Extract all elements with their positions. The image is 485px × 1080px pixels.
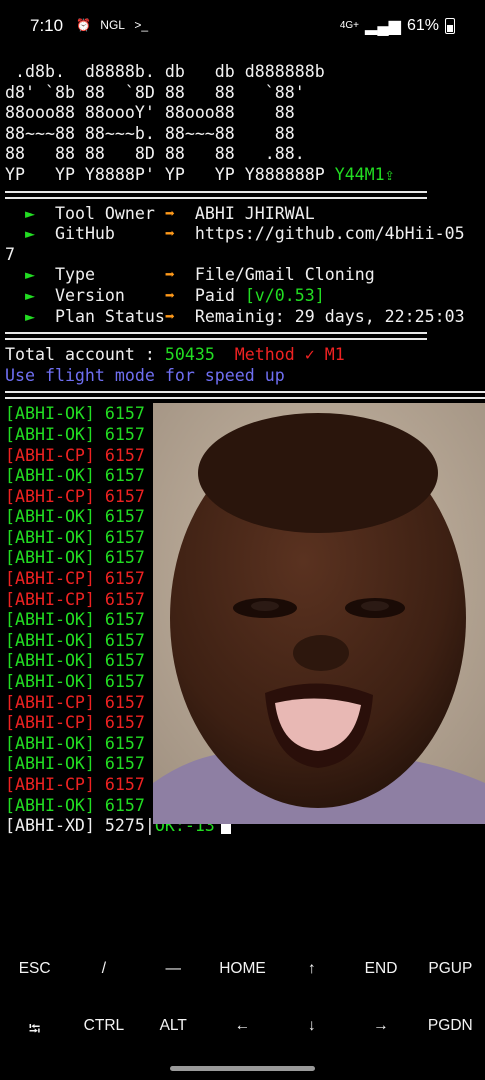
banner-line: 88~~~88 88~~~b. 88~~~88 88 bbox=[5, 123, 295, 143]
key-esc[interactable]: ESC bbox=[6, 960, 64, 978]
banner-line-last: YP YP Y8888P' YP YP Y888888P Y44M1⇪ bbox=[5, 164, 395, 184]
system-indicators: 4G+ ▂▄▆ 61% bbox=[340, 16, 455, 36]
banner-line: d8' `8b 88 `8D 88 88 `88' bbox=[5, 82, 305, 102]
sticker-photo bbox=[153, 403, 485, 824]
info-value: ABHI JHIRWAL bbox=[194, 203, 315, 223]
banner-line: .d8b. d8888b. db db d888888b bbox=[5, 62, 325, 81]
key-home[interactable]: HOME bbox=[213, 960, 271, 978]
bullet-icon: ► bbox=[5, 203, 45, 223]
key-tab[interactable]: ⭾ bbox=[6, 1017, 64, 1044]
info-version: ► Version ➡ Paid [v/0.53] bbox=[5, 286, 485, 307]
network-type: 4G+ bbox=[339, 20, 360, 31]
key-down-arrow[interactable]: ↓ bbox=[283, 1017, 341, 1044]
bullet-icon: ► bbox=[5, 265, 45, 285]
info-label: GitHub bbox=[54, 224, 115, 244]
info-label: Tool Owner bbox=[54, 203, 155, 223]
info-value: File/Gmail Cloning bbox=[194, 265, 375, 285]
battery-level: 61% bbox=[406, 17, 439, 34]
github-wrap: 7 bbox=[5, 244, 15, 264]
extra-keys-row-2: ⭾ CTRL ALT ← ↓ → PGDN bbox=[0, 1017, 485, 1044]
bullet-icon: ► bbox=[5, 224, 45, 244]
arrow-icon: ➡ bbox=[124, 285, 185, 305]
arrow-icon: ➡ bbox=[164, 306, 185, 326]
info-label: Type bbox=[54, 265, 95, 285]
info-value: https://github.com/4bHii-05 bbox=[194, 224, 465, 244]
key-end[interactable]: END bbox=[352, 960, 410, 978]
banner-tag: Y44M1 bbox=[334, 164, 385, 184]
info-owner: ► Tool Owner ➡ ABHI JHIRWAL bbox=[5, 204, 485, 225]
divider bbox=[5, 190, 427, 199]
progress-prefix: [ABHI-XD] 5275| bbox=[5, 816, 155, 836]
key-pgdn[interactable]: PGDN bbox=[421, 1017, 479, 1044]
sticker-image bbox=[153, 403, 485, 824]
tip-text: Use flight mode for speed up bbox=[5, 365, 285, 385]
info-github: ► GitHub ➡ https://github.com/4bHii-05 bbox=[5, 224, 485, 245]
tag-icon: ⇪ bbox=[384, 164, 395, 184]
ngl-app-icon: NGL bbox=[100, 18, 125, 32]
info-type: ► Type ➡ File/Gmail Cloning bbox=[5, 265, 485, 286]
info-value: Paid bbox=[194, 285, 245, 305]
arrow-icon: ➡ bbox=[154, 203, 185, 223]
key-up-arrow[interactable]: ↑ bbox=[283, 960, 341, 978]
arrow-icon: ➡ bbox=[114, 224, 185, 244]
extra-keys-row-1: ESC / — HOME ↑ END PGUP bbox=[0, 960, 485, 978]
bullet-icon: ► bbox=[5, 306, 45, 326]
key-dash[interactable]: — bbox=[144, 960, 202, 978]
total-count: 50435 bbox=[164, 345, 215, 365]
divider bbox=[5, 391, 485, 400]
signal-icon: ▂▄▆ bbox=[365, 18, 401, 35]
info-label: Plan Status bbox=[54, 306, 165, 326]
key-right-arrow[interactable]: → bbox=[352, 1017, 410, 1044]
battery-icon bbox=[445, 18, 455, 34]
banner-line: 88 88 88 8D 88 88 .88. bbox=[5, 144, 305, 164]
status-bar: 7:10 ⏰ NGL >_ 4G+ ▂▄▆ 61% bbox=[0, 0, 485, 52]
arrow-icon: ➡ bbox=[94, 265, 185, 285]
key-slash[interactable]: / bbox=[75, 960, 133, 978]
divider bbox=[5, 332, 427, 341]
info-value: Remainig: 29 days, 22:25:03 bbox=[194, 306, 465, 326]
total-accounts: Total account : 50435 Method ✓ M1 bbox=[5, 345, 345, 365]
version-value: [v/0.53] bbox=[244, 285, 325, 305]
clock: 7:10 bbox=[30, 16, 64, 35]
method-label: Method ✓ M1 bbox=[234, 345, 345, 365]
key-alt[interactable]: ALT bbox=[144, 1017, 202, 1044]
alarm-off-icon: ⏰ bbox=[76, 18, 91, 32]
gesture-handle[interactable] bbox=[170, 1066, 315, 1071]
info-label: Version bbox=[54, 285, 125, 305]
terminal-icon: >_ bbox=[134, 18, 149, 32]
bullet-icon: ► bbox=[5, 285, 45, 305]
key-pgup[interactable]: PGUP bbox=[421, 960, 479, 978]
key-left-arrow[interactable]: ← bbox=[213, 1017, 271, 1044]
info-plan: ► Plan Status➡ Remainig: 29 days, 22:25:… bbox=[5, 307, 485, 328]
notification-icons: ⏰ NGL >_ bbox=[76, 18, 154, 32]
banner-line: 88ooo88 88oooY' 88ooo88 88 bbox=[5, 103, 295, 123]
key-ctrl[interactable]: CTRL bbox=[75, 1017, 133, 1044]
